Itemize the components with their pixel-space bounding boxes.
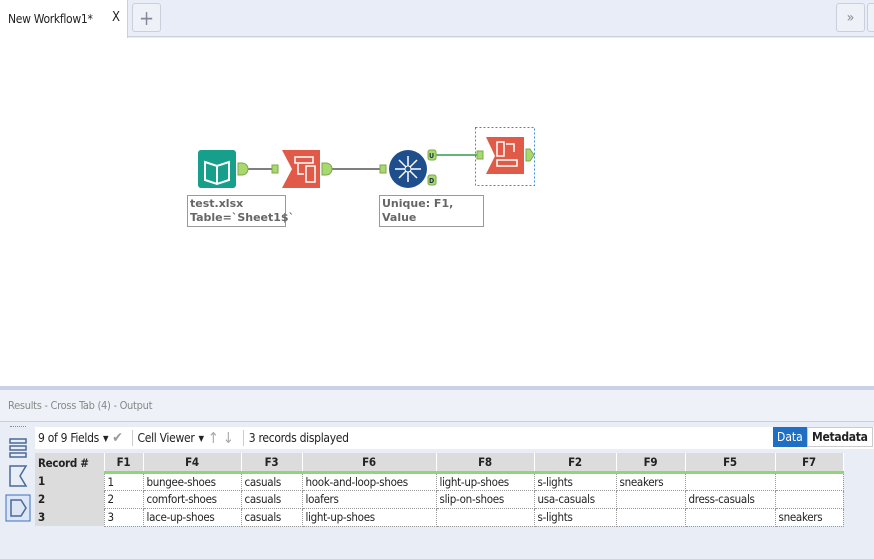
divider	[131, 430, 133, 446]
table-row: 2 2 comfort-shoes casuals loafers slip-on-sho…	[35, 489, 844, 509]
summary-icon[interactable]	[9, 465, 28, 487]
column-header[interactable]: F5	[685, 453, 776, 474]
results-side-toolbar	[0, 423, 35, 559]
table-cell[interactable]: 1	[103, 471, 144, 491]
duplicate-anchor-label: D	[429, 177, 434, 185]
connector-3	[434, 154, 479, 159]
fields-selector[interactable]: 9 of 9 Fields	[38, 431, 99, 445]
table-cell[interactable]: sneakers	[774, 507, 844, 527]
input-anchor	[379, 164, 387, 174]
input-anchor	[476, 150, 484, 160]
extra-button[interactable]	[867, 3, 874, 32]
data-tab-button[interactable]: Data	[773, 427, 807, 447]
column-header[interactable]: Record #	[35, 453, 105, 472]
table-cell[interactable]	[774, 471, 844, 491]
cross-tab-tool-icon[interactable]	[486, 137, 535, 174]
tab-bar: New Workflow1* X + »	[0, 0, 874, 38]
grip-icon	[10, 426, 26, 427]
table-row: 1 1 bungee-shoes casuals hook-and-loop-shoes…	[35, 471, 844, 491]
more-tabs-button[interactable]: »	[836, 3, 865, 32]
table-cell[interactable]: light-up-shoes	[435, 471, 535, 491]
column-header[interactable]: F4	[143, 453, 242, 474]
table-cell[interactable]: slip-on-shoes	[435, 489, 535, 509]
arrow-up-icon[interactable]: ↑	[208, 429, 219, 447]
table-cell[interactable]: light-up-shoes	[301, 507, 437, 527]
results-toolbar: 9 of 9 Fields ▼ ✔ Cell Viewer ▼ ↑ ↓ 3 re…	[35, 427, 874, 449]
table-cell[interactable]: 3	[103, 507, 144, 527]
divider	[242, 430, 244, 446]
table-cell[interactable]: s-lights	[533, 507, 617, 527]
records-count: 3 records displayed	[248, 431, 349, 445]
input-data-tool-icon[interactable]	[198, 150, 249, 188]
transpose-tool-icon[interactable]	[282, 150, 333, 188]
table-cell[interactable]: casuals	[240, 507, 303, 527]
annotation-line: Table=`Sheet1$`	[190, 211, 295, 224]
tab-new-workflow[interactable]: New Workflow1* X	[0, 0, 128, 38]
column-header[interactable]: F3	[241, 453, 303, 474]
table-cell[interactable]	[435, 507, 535, 527]
annotation-line: test.xlsx	[190, 197, 244, 210]
input-anchor	[271, 164, 279, 174]
chevron-down-icon[interactable]: ▼	[199, 434, 205, 443]
table-cell[interactable]: casuals	[240, 489, 303, 509]
table-cell[interactable]: s-lights	[533, 471, 617, 491]
table-cell[interactable]: usa-casuals	[533, 489, 617, 509]
table-cell[interactable]: lace-up-shoes	[142, 507, 242, 527]
input-annotation: test.xlsx Table=`Sheet1$`	[187, 195, 295, 227]
table-cell[interactable]	[615, 507, 686, 527]
apply-check-icon[interactable]: ✔	[112, 430, 123, 446]
table-row: 3 3 lace-up-shoes casuals light-up-shoes s-li…	[35, 507, 844, 527]
tab-title: New Workflow1*	[8, 12, 93, 26]
chevron-down-icon[interactable]: ▼	[103, 434, 109, 443]
arrow-down-icon[interactable]: ↓	[223, 429, 234, 447]
table-cell[interactable]	[615, 489, 686, 509]
results-header: Results - Cross Tab (4) - Output	[0, 390, 874, 422]
table-cell[interactable]: 2	[103, 489, 144, 509]
add-tab-button[interactable]: +	[132, 3, 161, 32]
metadata-tab-button[interactable]: Metadata	[807, 427, 873, 447]
unique-tool-icon[interactable]	[389, 150, 427, 188]
table-cell[interactable]: sneakers	[615, 471, 686, 491]
column-header[interactable]: F2	[534, 453, 617, 474]
table-cell[interactable]	[684, 507, 776, 527]
record-number[interactable]: 3	[35, 508, 104, 526]
table-cell[interactable]	[774, 489, 844, 509]
table-cell[interactable]: loafers	[301, 489, 437, 509]
column-header[interactable]: F7	[775, 453, 844, 474]
unique-anchor-label: U	[429, 152, 434, 160]
column-header[interactable]: F8	[436, 453, 535, 474]
column-header[interactable]: F9	[616, 453, 686, 474]
table-cell[interactable]: casuals	[240, 471, 303, 491]
column-header[interactable]: F6	[302, 453, 437, 474]
cell-viewer-selector[interactable]: Cell Viewer	[138, 431, 195, 445]
column-header[interactable]: F1	[104, 453, 144, 474]
record-number[interactable]: 2	[35, 490, 104, 508]
table-cell[interactable]: hook-and-loop-shoes	[301, 471, 437, 491]
results-table: Record # F1 F4 F3 F6 F8 F2 F9 F5 F7 1 1 bungee-shoe…	[35, 453, 844, 527]
table-cell[interactable]: dress-casuals	[684, 489, 776, 509]
unique-annotation: Unique: F1, Value	[379, 195, 484, 227]
record-number[interactable]: 1	[35, 472, 104, 490]
table-cell[interactable]: comfort-shoes	[142, 489, 242, 509]
close-icon[interactable]: X	[112, 10, 120, 25]
workflow-canvas[interactable]: U D test.xlsx Table=`Sheet1$` Unique: F1…	[0, 38, 874, 386]
table-cell[interactable]: bungee-shoes	[142, 471, 242, 491]
table-cell[interactable]	[684, 471, 776, 491]
table-view-icon[interactable]	[9, 438, 27, 458]
